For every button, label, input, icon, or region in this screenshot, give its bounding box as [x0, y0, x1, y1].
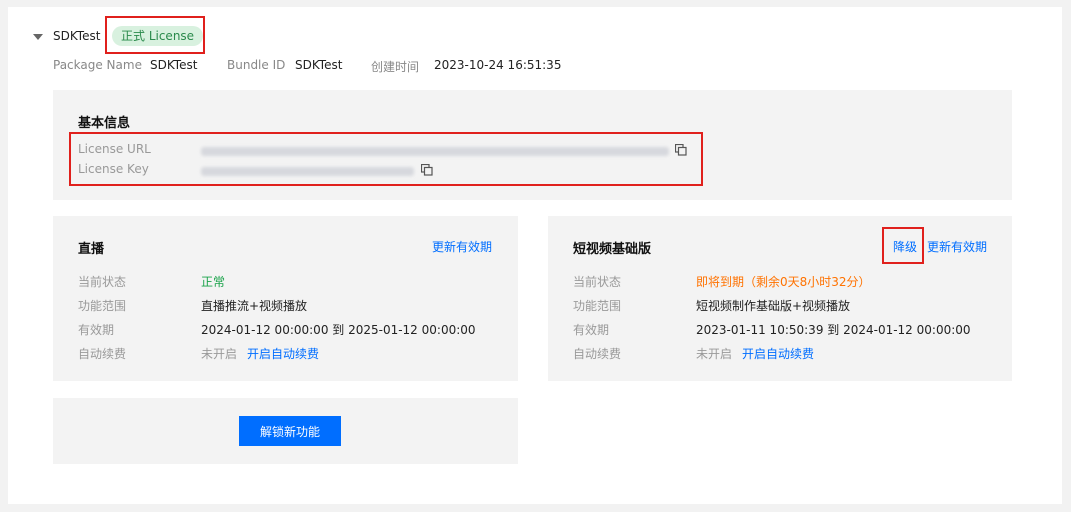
license-key-label: License Key: [78, 162, 149, 176]
package-name-label: Package Name: [53, 58, 142, 72]
bundle-id-value: SDKTest: [295, 58, 343, 72]
basic-info-panel: 基本信息 License URL License Key: [53, 90, 1012, 200]
shortvideo-autorenew-label: 自动续费: [573, 347, 622, 361]
package-name-value: SDKTest: [150, 58, 198, 72]
shortvideo-scope-value: 短视频制作基础版+视频播放: [696, 299, 851, 313]
live-validity-value: 2024-01-12 00:00:00 到 2025-01-12 00:00:0…: [201, 323, 476, 337]
shortvideo-scope-label: 功能范围: [573, 299, 622, 313]
live-scope-label: 功能范围: [78, 299, 127, 313]
live-renew-link[interactable]: 更新有效期: [432, 238, 492, 255]
shortvideo-renew-link[interactable]: 更新有效期: [927, 238, 987, 255]
shortvideo-status-label: 当前状态: [573, 275, 622, 289]
live-autorenew-link[interactable]: 开启自动续费: [247, 345, 319, 362]
shortvideo-validity-label: 有效期: [573, 323, 610, 337]
live-autorenew-label: 自动续费: [78, 347, 127, 361]
license-card: SDKTest 正式 License Package Name SDKTest …: [8, 7, 1062, 504]
license-url-value: [201, 147, 669, 156]
shortvideo-validity-value: 2023-01-11 10:50:39 到 2024-01-12 00:00:0…: [696, 323, 971, 337]
license-url-label: License URL: [78, 142, 151, 156]
created-time-label: 创建时间: [371, 60, 420, 74]
unlock-panel: 解锁新功能: [53, 398, 518, 464]
shortvideo-autorenew-value: 未开启: [696, 347, 733, 361]
live-validity-label: 有效期: [78, 323, 115, 337]
license-type-badge: 正式 License: [112, 26, 204, 46]
copy-key-icon[interactable]: [421, 164, 433, 176]
license-info-highlight-box: [69, 132, 703, 186]
license-key-value: [201, 167, 414, 176]
live-scope-value: 直播推流+视频播放: [201, 299, 308, 313]
collapse-caret-icon[interactable]: [33, 34, 43, 40]
shortvideo-downgrade-link[interactable]: 降级: [893, 238, 917, 255]
basic-info-title: 基本信息: [78, 116, 131, 131]
copy-url-icon[interactable]: [675, 144, 687, 156]
live-title: 直播: [78, 242, 105, 257]
unlock-features-button[interactable]: 解锁新功能: [239, 416, 341, 446]
shortvideo-status-value: 即将到期（剩余0天8小时32分）: [696, 275, 871, 289]
live-status-label: 当前状态: [78, 275, 127, 289]
bundle-id-label: Bundle ID: [227, 58, 286, 72]
app-name: SDKTest: [53, 29, 101, 43]
live-panel: 直播 更新有效期 当前状态 正常 功能范围 直播推流+视频播放 有效期 2024…: [53, 216, 518, 381]
live-status-value: 正常: [201, 275, 226, 289]
shortvideo-autorenew-link[interactable]: 开启自动续费: [742, 345, 814, 362]
created-time-value: 2023-10-24 16:51:35: [434, 58, 562, 72]
live-autorenew-value: 未开启: [201, 347, 238, 361]
shortvideo-title: 短视频基础版: [573, 242, 652, 257]
shortvideo-panel: 短视频基础版 降级 更新有效期 当前状态 即将到期（剩余0天8小时32分） 功能…: [548, 216, 1012, 381]
